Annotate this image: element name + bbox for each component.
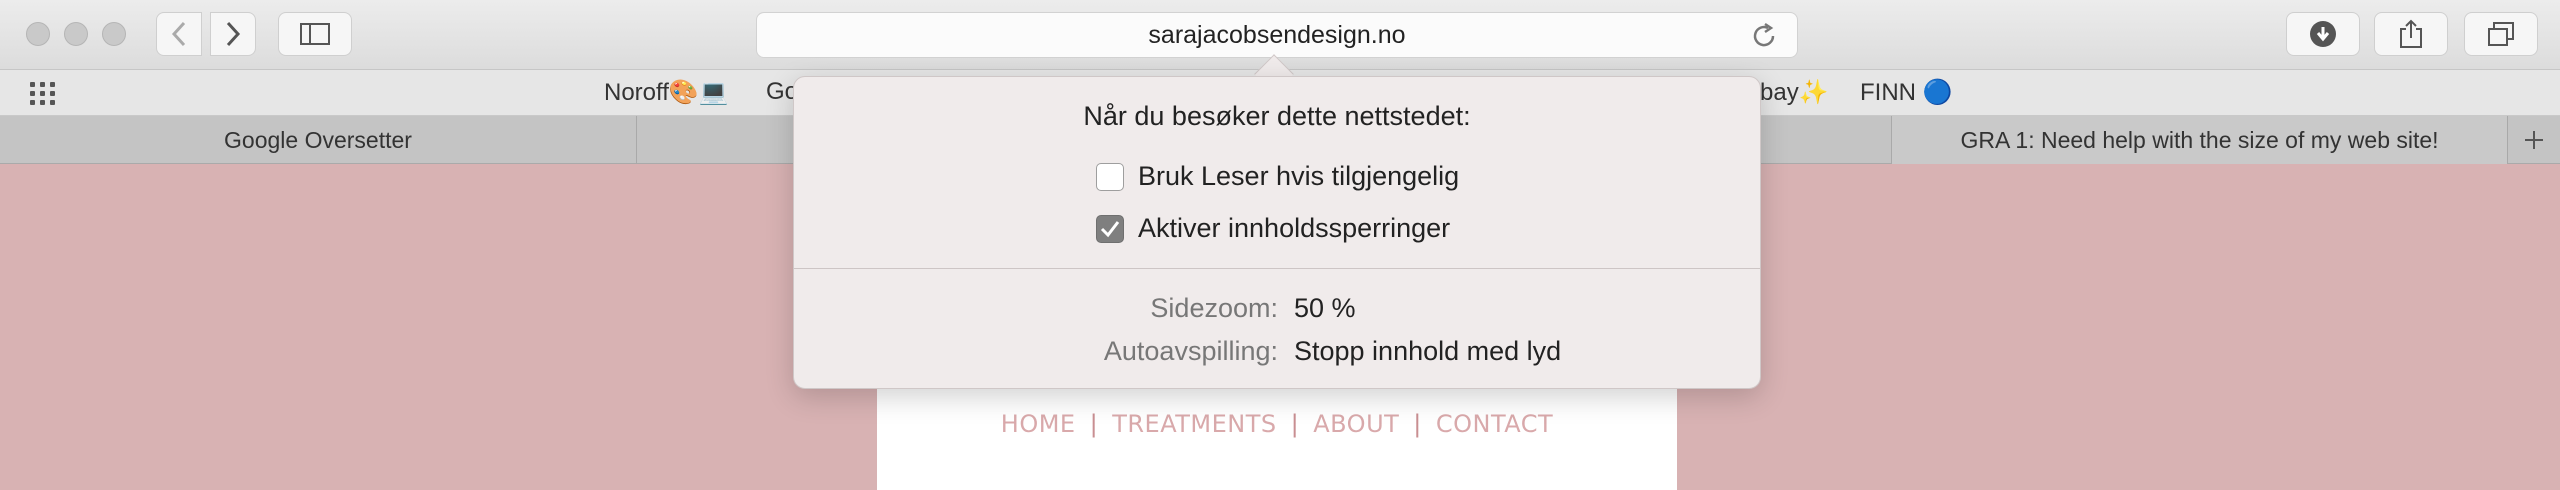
minimize-window-button[interactable] — [64, 22, 88, 46]
nav-separator: | — [1413, 410, 1422, 438]
nav-treatments[interactable]: TREATMENTS — [1112, 410, 1276, 438]
site-navigation: HOME | TREATMENTS | ABOUT | CONTACT — [877, 404, 1677, 444]
zoom-window-button[interactable] — [102, 22, 126, 46]
download-icon — [2310, 21, 2336, 47]
tabs-overview-button[interactable] — [2464, 12, 2538, 56]
tab-label: GRA 1: Need help with the size of my web… — [1960, 126, 2439, 153]
downloads-button[interactable] — [2286, 12, 2360, 56]
page-zoom-row: Sidezoom: 50 % — [794, 293, 1762, 327]
content-blockers-option[interactable]: Aktiver innholdssperringer — [1096, 213, 1450, 244]
favorites-grid-icon[interactable] — [30, 82, 60, 106]
autoplay-label: Autoavspilling: — [1103, 336, 1278, 366]
popover-title: Når du besøker dette nettstedet: — [1083, 101, 1471, 131]
tab-label: Google Oversetter — [224, 126, 412, 153]
forward-button[interactable] — [210, 12, 256, 56]
close-window-button[interactable] — [26, 22, 50, 46]
reader-option[interactable]: Bruk Leser hvis tilgjengelig — [1096, 161, 1459, 192]
tabs-overview-icon — [2488, 22, 2514, 46]
plus-icon — [2525, 131, 2543, 149]
content-blockers-checkbox[interactable] — [1096, 214, 1124, 243]
nav-separator: | — [1290, 410, 1300, 438]
sidebar-icon — [300, 23, 330, 45]
bookmark-finn[interactable]: FINN 🔵 — [1860, 78, 1953, 107]
bookmark-noroff[interactable]: Noroff🎨💻 — [604, 78, 729, 107]
tab-google-oversetter[interactable]: Google Oversetter — [0, 116, 637, 164]
page-zoom-label: Sidezoom: — [1150, 293, 1278, 323]
back-icon — [171, 21, 186, 47]
new-tab-button[interactable] — [2508, 116, 2560, 164]
bookmark-ebay[interactable]: bay✨ — [1760, 78, 1829, 107]
sidebar-button[interactable] — [278, 12, 352, 56]
back-button[interactable] — [156, 12, 202, 56]
forward-icon — [226, 21, 241, 47]
reload-icon[interactable] — [1749, 21, 1779, 51]
nav-separator: | — [1089, 410, 1099, 438]
share-button[interactable] — [2374, 12, 2448, 56]
autoplay-value[interactable]: Stopp innhold med lyd — [1294, 336, 1561, 367]
tab-gra1-help[interactable]: GRA 1: Need help with the size of my web… — [1892, 116, 2508, 164]
reader-checkbox[interactable] — [1096, 162, 1124, 191]
nav-contact[interactable]: CONTACT — [1436, 410, 1553, 438]
content-blockers-label: Aktiver innholdssperringer — [1138, 213, 1451, 243]
address-bar[interactable]: sarajacobsendesign.no — [756, 12, 1798, 58]
page-zoom-value[interactable]: 50 % — [1294, 293, 1356, 324]
nav-home[interactable]: HOME — [1001, 410, 1076, 438]
popover-divider — [794, 268, 1760, 269]
nav-about[interactable]: ABOUT — [1313, 410, 1399, 438]
checkmark-icon — [1100, 220, 1120, 237]
website-settings-popover: Når du besøker dette nettstedet: Bruk Le… — [793, 76, 1761, 389]
autoplay-row: Autoavspilling: Stopp innhold med lyd — [794, 336, 1762, 370]
reader-option-label: Bruk Leser hvis tilgjengelig — [1138, 161, 1460, 191]
share-icon — [2400, 19, 2422, 48]
url-text: sarajacobsendesign.no — [1148, 20, 1406, 49]
